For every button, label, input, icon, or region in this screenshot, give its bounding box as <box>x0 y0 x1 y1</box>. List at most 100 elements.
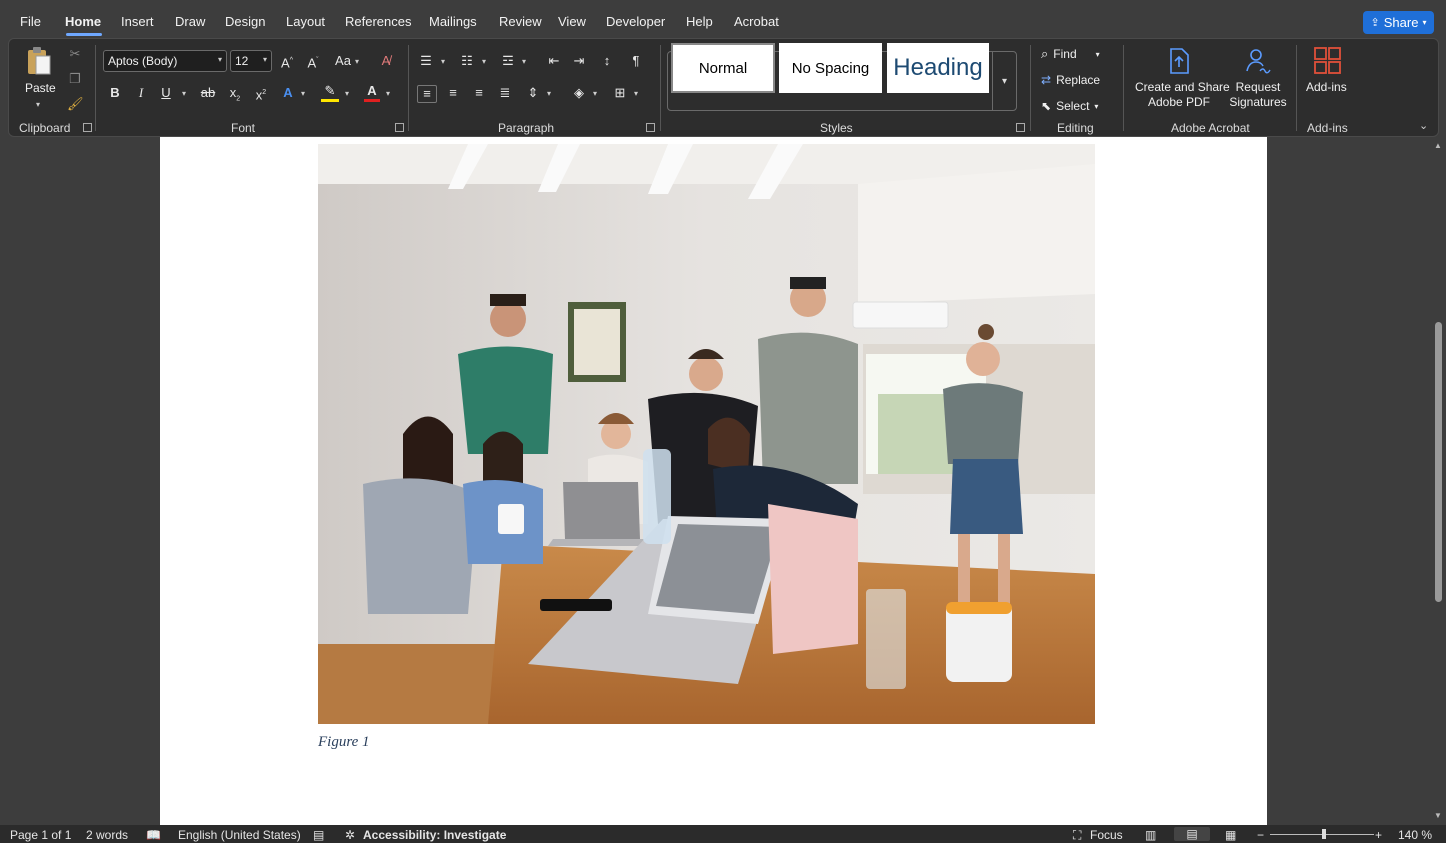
paragraph-launcher-icon[interactable] <box>646 123 655 132</box>
document-image[interactable] <box>318 144 1095 724</box>
sort-icon[interactable]: ↕ <box>598 53 616 69</box>
shading-icon[interactable]: ◈ <box>570 85 588 101</box>
scroll-thumb[interactable] <box>1435 322 1442 602</box>
select-button[interactable]: ⬉ Select ▾ <box>1041 97 1098 115</box>
chevron-down-icon[interactable]: ▾ <box>218 55 222 64</box>
zoom-level[interactable]: 140 % <box>1398 828 1432 842</box>
line-spacing-icon[interactable]: ⇕ <box>524 85 542 101</box>
grow-font-icon[interactable]: A^ <box>278 53 296 71</box>
style-heading[interactable]: Heading <box>887 43 989 93</box>
menu-help[interactable]: Help <box>686 14 713 29</box>
scroll-up-icon[interactable]: ▲ <box>1434 141 1442 150</box>
chevron-down-icon[interactable]: ▾ <box>263 55 267 64</box>
styles-launcher-icon[interactable] <box>1016 123 1025 132</box>
figure-caption[interactable]: Figure 1 <box>318 734 370 751</box>
menu-view[interactable]: View <box>558 14 586 29</box>
borders-icon[interactable]: ⊞ <box>611 85 629 101</box>
chevron-down-icon[interactable]: ▾ <box>441 57 445 66</box>
chevron-down-icon[interactable]: ▾ <box>345 89 349 98</box>
change-case-icon[interactable]: Aa <box>332 53 354 69</box>
clipboard-launcher-icon[interactable] <box>83 123 92 132</box>
menu-home[interactable]: Home <box>65 14 101 29</box>
strikethrough-icon[interactable]: ab <box>199 85 217 101</box>
menu-file[interactable]: File <box>20 14 41 29</box>
menu-layout[interactable]: Layout <box>286 14 325 29</box>
menu-mailings[interactable]: Mailings <box>429 14 477 29</box>
chevron-down-icon[interactable]: ▾ <box>522 57 526 66</box>
create-pdf-button[interactable]: Create and Share Adobe PDF <box>1135 80 1230 110</box>
find-button[interactable]: ⌕ Find ▾ <box>1041 45 1100 63</box>
menu-developer[interactable]: Developer <box>606 14 665 29</box>
styles-more-icon[interactable]: ▾ <box>992 51 1016 111</box>
style-no-spacing[interactable]: No Spacing <box>779 43 882 93</box>
clear-formatting-icon[interactable]: A̸ <box>377 53 395 69</box>
align-right-icon[interactable]: ≡ <box>470 85 488 101</box>
focus-mode-button[interactable]: Focus <box>1090 828 1123 842</box>
page-count[interactable]: Page 1 of 1 <box>10 828 71 842</box>
align-center-icon[interactable]: ≡ <box>444 85 462 101</box>
vertical-scrollbar[interactable]: ▲ ▼ <box>1431 137 1446 825</box>
decrease-indent-icon[interactable]: ⇤ <box>545 53 563 69</box>
print-layout-icon[interactable]: ▤ <box>1174 827 1210 841</box>
style-normal[interactable]: Normal <box>671 43 775 93</box>
font-color-icon[interactable]: A <box>364 83 380 102</box>
chevron-down-icon[interactable]: ▾ <box>301 89 305 98</box>
web-layout-icon[interactable]: ▦ <box>1225 828 1236 842</box>
multilevel-list-icon[interactable]: ☲ <box>499 53 517 69</box>
create-pdf-icon[interactable] <box>1166 47 1192 75</box>
menu-acrobat[interactable]: Acrobat <box>734 14 779 29</box>
read-mode-icon[interactable]: ▥ <box>1145 828 1156 842</box>
cut-icon[interactable]: ✂ <box>67 46 83 62</box>
menu-design[interactable]: Design <box>225 14 265 29</box>
proofing-icon[interactable]: 📖 <box>146 828 161 842</box>
chevron-down-icon[interactable]: ▾ <box>36 100 40 109</box>
collapse-ribbon-icon[interactable]: ⌄ <box>1419 119 1428 132</box>
chevron-down-icon[interactable]: ▾ <box>386 89 390 98</box>
add-ins-label[interactable]: Add-ins <box>1306 80 1347 95</box>
bold-icon[interactable]: B <box>107 85 123 101</box>
predictions-icon[interactable]: ▤ <box>313 828 324 842</box>
zoom-in-icon[interactable]: + <box>1375 828 1382 842</box>
font-name-combo[interactable]: Aptos (Body) ▾ <box>103 50 227 72</box>
font-launcher-icon[interactable] <box>395 123 404 132</box>
superscript-icon[interactable]: x2 <box>253 85 269 103</box>
bullets-icon[interactable]: ☰ <box>417 53 435 69</box>
italic-icon[interactable]: I <box>133 85 149 101</box>
subscript-icon[interactable]: x2 <box>227 85 243 108</box>
show-formatting-icon[interactable]: ¶ <box>628 53 644 69</box>
copy-icon[interactable]: ❐ <box>67 71 83 87</box>
scroll-down-icon[interactable]: ▼ <box>1434 811 1442 820</box>
chevron-down-icon[interactable]: ▾ <box>182 89 186 98</box>
align-left-icon[interactable]: ≡ <box>417 85 437 103</box>
request-signatures-icon[interactable] <box>1243 47 1273 75</box>
menu-draw[interactable]: Draw <box>175 14 205 29</box>
numbering-icon[interactable]: ☷ <box>458 53 476 69</box>
chevron-down-icon[interactable]: ▾ <box>593 89 597 98</box>
menu-review[interactable]: Review <box>499 14 542 29</box>
menu-references[interactable]: References <box>345 14 411 29</box>
justify-icon[interactable]: ≣ <box>496 85 514 101</box>
accessibility-status[interactable]: Accessibility: Investigate <box>363 828 506 842</box>
underline-icon[interactable]: U <box>158 85 174 101</box>
increase-indent-icon[interactable]: ⇥ <box>570 53 588 69</box>
text-effects-icon[interactable]: A <box>280 85 296 101</box>
highlight-icon[interactable]: ✎ <box>321 83 339 102</box>
menu-insert[interactable]: Insert <box>121 14 154 29</box>
add-ins-icon[interactable] <box>1313 46 1343 76</box>
word-count[interactable]: 2 words <box>86 828 128 842</box>
paste-icon[interactable] <box>24 45 54 77</box>
share-button[interactable]: ⇪ Share ▾ <box>1363 11 1434 34</box>
request-signatures-button[interactable]: Request Signatures <box>1227 80 1289 110</box>
paste-label[interactable]: Paste <box>25 81 56 96</box>
chevron-down-icon[interactable]: ▾ <box>634 89 638 98</box>
chevron-down-icon[interactable]: ▾ <box>355 57 359 66</box>
zoom-out-icon[interactable]: − <box>1257 828 1264 842</box>
shrink-font-icon[interactable]: Aˇ <box>304 53 322 71</box>
chevron-down-icon[interactable]: ▾ <box>482 57 486 66</box>
font-size-combo[interactable]: 12 ▾ <box>230 50 272 72</box>
format-painter-icon[interactable]: 🖌 <box>67 96 84 112</box>
chevron-down-icon[interactable]: ▾ <box>547 89 551 98</box>
language-status[interactable]: English (United States) <box>178 828 301 842</box>
zoom-slider-thumb[interactable] <box>1322 829 1326 839</box>
replace-button[interactable]: ⇄ Replace <box>1041 71 1100 89</box>
